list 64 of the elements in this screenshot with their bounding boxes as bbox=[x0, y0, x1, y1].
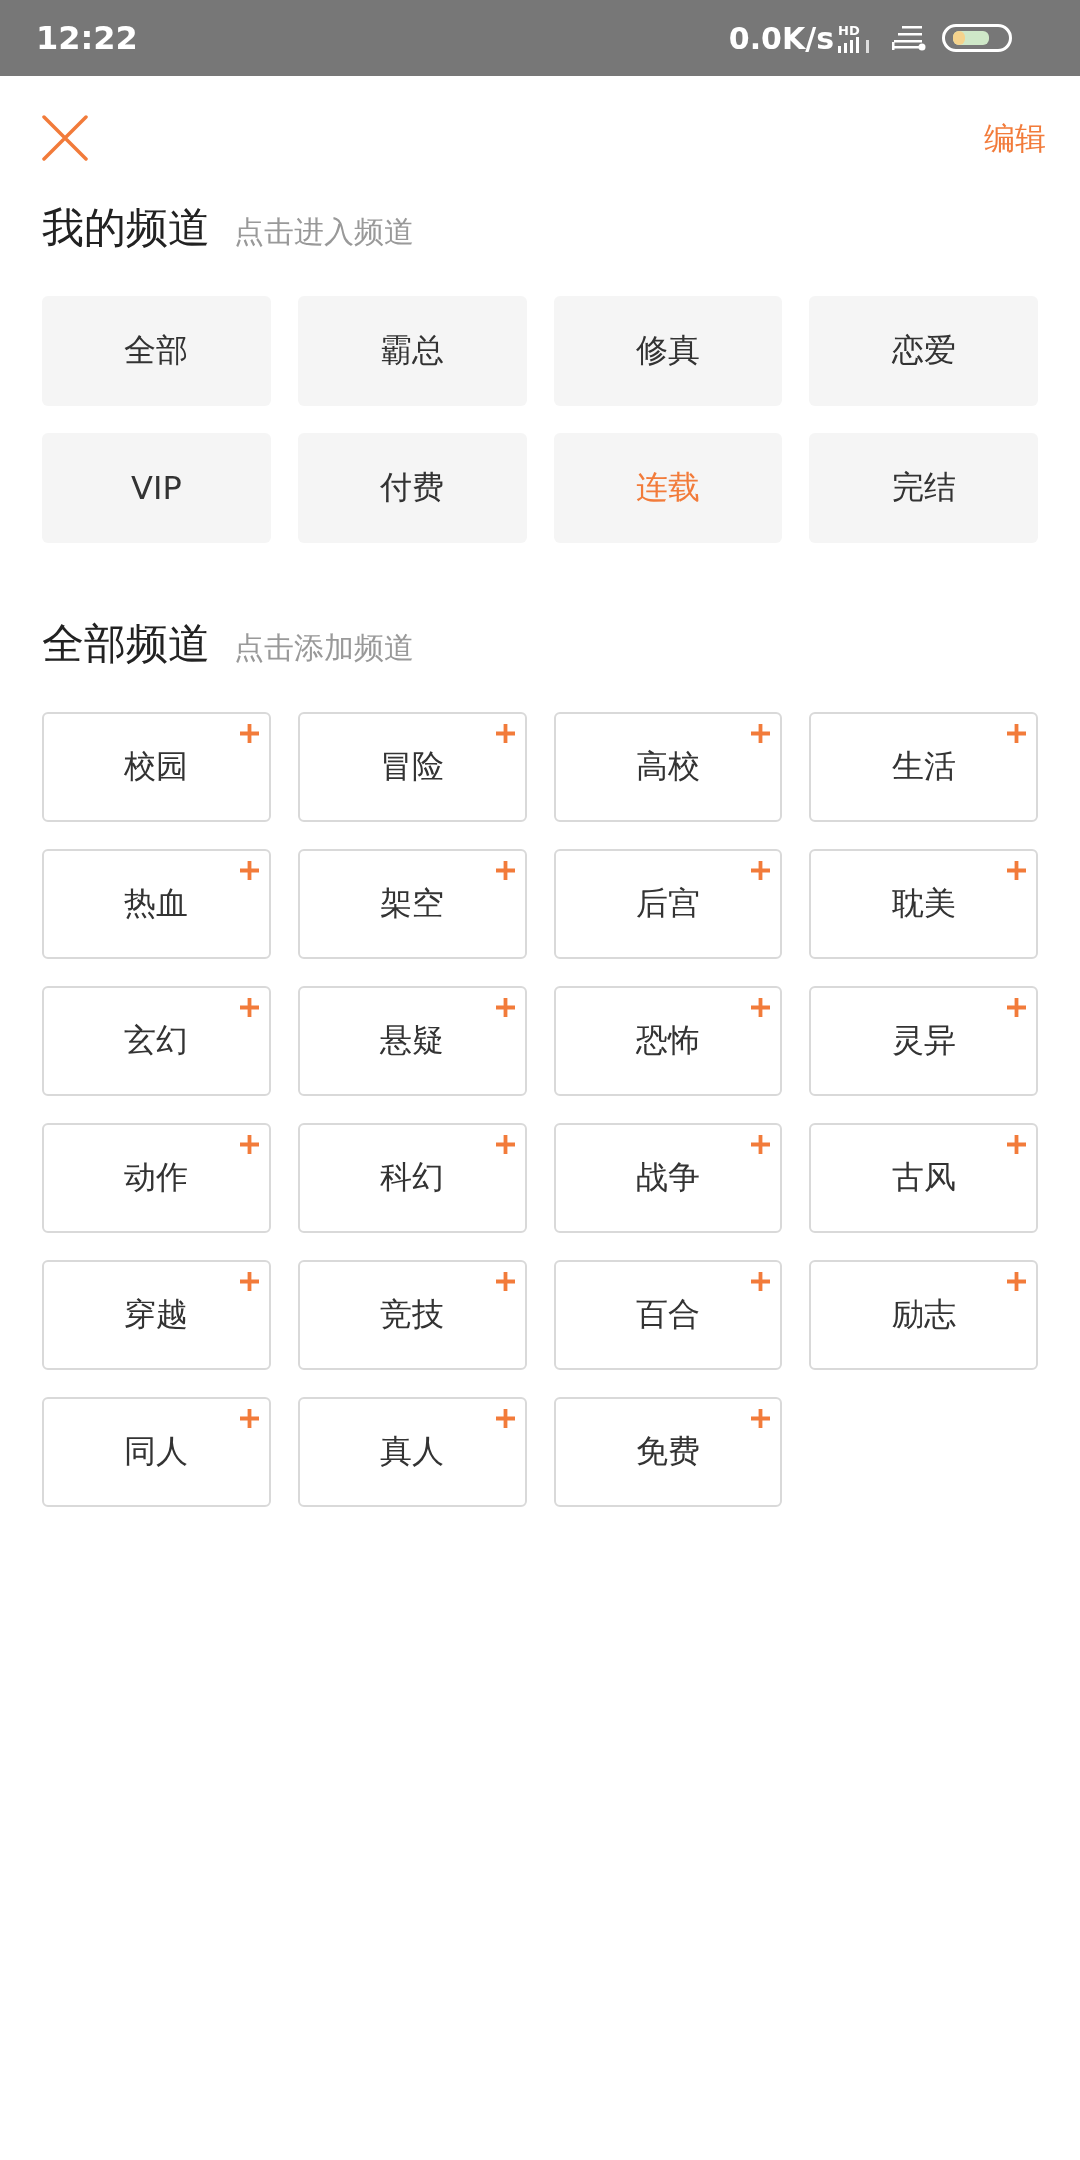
add-channel-tile[interactable]: 古风 bbox=[809, 1123, 1038, 1233]
plus-icon bbox=[751, 1409, 771, 1428]
lines-icon bbox=[892, 25, 926, 51]
plus-icon bbox=[495, 724, 515, 743]
add-channel-tile[interactable]: 免费 bbox=[553, 1397, 783, 1507]
section-title: 我的频道 bbox=[42, 202, 210, 254]
add-channel-tile[interactable]: 战争 bbox=[553, 1123, 783, 1233]
add-channel-tile[interactable]: 穿越 bbox=[42, 1260, 271, 1370]
plus-icon bbox=[1007, 1135, 1026, 1154]
plus-icon bbox=[751, 724, 771, 743]
plus-icon bbox=[239, 861, 259, 880]
channel-tile[interactable]: 全部 bbox=[42, 296, 271, 406]
hd-label: HD bbox=[838, 23, 860, 37]
plus-icon bbox=[495, 1409, 515, 1428]
plus-icon bbox=[495, 1135, 515, 1154]
channel-tile[interactable]: VIP bbox=[42, 433, 271, 543]
battery-icon bbox=[942, 24, 1012, 52]
channel-tile[interactable]: 付费 bbox=[297, 433, 527, 543]
plus-icon bbox=[751, 998, 771, 1017]
plus-icon bbox=[1007, 724, 1026, 743]
plus-icon bbox=[751, 1272, 771, 1291]
plus-icon bbox=[1007, 998, 1026, 1017]
channel-tile[interactable]: 恋爱 bbox=[809, 296, 1038, 406]
plus-icon bbox=[1007, 1272, 1026, 1291]
plus-icon bbox=[751, 1135, 771, 1154]
add-channel-tile[interactable]: 励志 bbox=[809, 1260, 1038, 1370]
plus-icon bbox=[239, 1409, 259, 1428]
add-channel-tile[interactable]: 百合 bbox=[553, 1260, 783, 1370]
channel-tile[interactable]: 修真 bbox=[553, 296, 783, 406]
add-channel-tile[interactable]: 冒险 bbox=[297, 712, 527, 822]
plus-icon bbox=[495, 1272, 515, 1291]
add-channel-tile[interactable]: 科幻 bbox=[297, 1123, 527, 1233]
add-channel-tile[interactable]: 悬疑 bbox=[297, 986, 527, 1096]
add-channel-tile[interactable]: 后宫 bbox=[553, 849, 783, 959]
add-channel-tile[interactable]: 玄幻 bbox=[42, 986, 271, 1096]
add-channel-tile[interactable]: 恐怖 bbox=[553, 986, 783, 1096]
add-channel-tile[interactable]: 灵异 bbox=[809, 986, 1038, 1096]
plus-icon bbox=[239, 998, 259, 1017]
status-time: 12:22 bbox=[36, 19, 138, 57]
plus-icon bbox=[495, 861, 515, 880]
close-button[interactable] bbox=[42, 115, 88, 161]
section-hint: 点击进入频道 bbox=[234, 213, 414, 251]
add-channel-tile[interactable]: 动作 bbox=[42, 1123, 271, 1233]
add-channel-tile[interactable]: 架空 bbox=[297, 849, 527, 959]
add-channel-tile[interactable]: 竞技 bbox=[297, 1260, 527, 1370]
plus-icon bbox=[239, 1272, 259, 1291]
add-channel-tile[interactable]: 耽美 bbox=[809, 849, 1038, 959]
channel-tile[interactable]: 霸总 bbox=[297, 296, 527, 406]
plus-icon bbox=[239, 1135, 259, 1154]
channel-tile[interactable]: 完结 bbox=[809, 433, 1038, 543]
section-title: 全部频道 bbox=[42, 618, 210, 670]
plus-icon bbox=[751, 861, 771, 880]
close-icon bbox=[42, 115, 88, 161]
add-channel-tile[interactable]: 校园 bbox=[42, 712, 271, 822]
add-channel-tile[interactable]: 热血 bbox=[42, 849, 271, 959]
add-channel-tile[interactable]: 高校 bbox=[553, 712, 783, 822]
section-hint: 点击添加频道 bbox=[234, 629, 414, 667]
plus-icon bbox=[1007, 861, 1026, 880]
add-channel-tile[interactable]: 同人 bbox=[42, 1397, 271, 1507]
plus-icon bbox=[495, 998, 515, 1017]
network-speed: 0.0K/s bbox=[728, 20, 834, 56]
plus-icon bbox=[239, 724, 259, 743]
add-channel-tile[interactable]: 生活 bbox=[809, 712, 1038, 822]
add-channel-tile[interactable]: 真人 bbox=[297, 1397, 527, 1507]
